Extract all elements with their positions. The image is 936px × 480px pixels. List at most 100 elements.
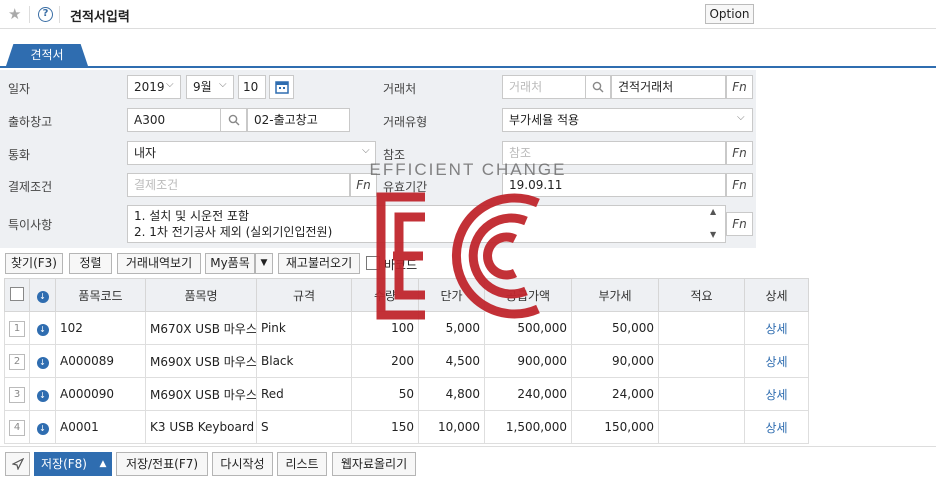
arrow-down-circle-icon[interactable]: ↓ (36, 356, 49, 369)
row-number-badge: 3 (9, 386, 25, 403)
list-button[interactable]: 리스트 (277, 452, 327, 476)
fn-button[interactable]: Fn (726, 141, 753, 165)
row-number: 2 (4, 344, 30, 378)
fn-button[interactable]: Fn (726, 212, 753, 236)
vat-cell: 90,000 (571, 344, 659, 378)
item-name-cell: M670X USB 마우스 (145, 311, 257, 345)
notes-label: 특이사항 (8, 218, 53, 232)
item-code-cell: A000089 (55, 344, 146, 378)
column-header: 상세 (744, 278, 809, 312)
select-all-header[interactable] (4, 278, 30, 312)
memo-cell (658, 311, 745, 345)
supply-cell: 900,000 (484, 344, 572, 378)
customer-name-input[interactable]: 견적거래처 (611, 75, 726, 99)
row-number-badge: 2 (9, 353, 25, 370)
spec-cell: Red (256, 377, 352, 411)
fn-button[interactable]: Fn (726, 173, 753, 197)
qty-cell: 50 (351, 377, 419, 411)
currency-select[interactable]: 내자 (127, 141, 376, 165)
calendar-icon[interactable] (269, 75, 294, 99)
row-number-badge: 1 (9, 320, 25, 337)
detail-link[interactable]: 상세 (744, 344, 809, 378)
find-button[interactable]: 찾기(F3) (5, 253, 63, 274)
scroll-down-icon[interactable]: ▼ (710, 230, 716, 239)
arrow-down-circle-icon[interactable]: ↓ (36, 323, 49, 336)
tab-estimate[interactable]: 견적서 (6, 44, 88, 66)
top-bar (0, 0, 936, 29)
load-stock-button[interactable]: 재고불러오기 (278, 253, 360, 274)
warehouse-code-input[interactable]: A300 (127, 108, 221, 132)
row-number: 1 (4, 311, 30, 345)
table-row[interactable]: 3 ↓ A000090 M690X USB 마우스 Red 50 4,800 240,000 2… (4, 377, 809, 411)
chevron-down-icon: ⌵ (166, 79, 174, 90)
trade-type-label: 거래유형 (383, 115, 428, 129)
tab-underline (0, 66, 936, 68)
search-icon[interactable] (585, 75, 611, 99)
my-items-button[interactable]: My품목 (205, 253, 255, 274)
row-number: 3 (4, 377, 30, 411)
detail-link[interactable]: 상세 (744, 377, 809, 411)
send-icon[interactable] (5, 452, 30, 476)
payment-label: 결제조건 (8, 180, 53, 194)
qty-cell: 200 (351, 344, 419, 378)
detail-link[interactable]: 상세 (744, 311, 809, 345)
divider (29, 6, 30, 23)
warehouse-name-input[interactable]: 02-출고창고 (247, 108, 350, 132)
payment-input[interactable]: 결제조건 (127, 173, 350, 197)
table-row[interactable]: 2 ↓ A000089 M690X USB 마우스 Black 200 4,500 900,0… (4, 344, 809, 378)
row-action: ↓ (29, 311, 56, 345)
detail-link[interactable]: 상세 (744, 410, 809, 444)
row-number: 4 (4, 410, 30, 444)
sort-button[interactable]: 정렬 (69, 253, 112, 274)
option-button[interactable]: Option (705, 4, 754, 24)
select-all-checkbox[interactable] (10, 286, 24, 301)
arrow-down-circle-icon[interactable]: ↓ (36, 422, 49, 435)
rewrite-button[interactable]: 다시작성 (212, 452, 273, 476)
caret-up-icon[interactable]: ▲ (94, 452, 112, 476)
item-code-cell: A0001 (55, 410, 146, 444)
column-header: 부가세 (571, 278, 659, 312)
trade-type-select[interactable]: 부가세율 적용 (502, 108, 753, 132)
day-input[interactable]: 10 (238, 75, 266, 99)
spec-cell: S (256, 410, 352, 444)
item-name-cell: K3 USB Keyboard (145, 410, 257, 444)
star-icon[interactable]: ★ (8, 5, 21, 23)
customer-code-input[interactable]: 거래처 (502, 75, 586, 99)
header-icon[interactable]: ↓ (29, 278, 56, 312)
trade-history-button[interactable]: 거래내역보기 (117, 253, 201, 274)
save-button[interactable]: 저장(F8) (34, 452, 94, 476)
web-upload-button[interactable]: 웹자료올리기 (332, 452, 416, 476)
spec-cell: Pink (256, 311, 352, 345)
watermark-logo: EFFICIENT CHANGE (363, 155, 573, 335)
row-action: ↓ (29, 410, 56, 444)
fn-button[interactable]: Fn (726, 75, 753, 99)
supply-cell: 1,500,000 (484, 410, 572, 444)
column-header: 규격 (256, 278, 352, 312)
column-header: 품목명 (145, 278, 257, 312)
chevron-down-icon: ⌵ (737, 112, 745, 123)
vat-cell: 50,000 (571, 311, 659, 345)
chevron-down-icon: ⌵ (219, 79, 227, 90)
scroll-up-icon[interactable]: ▲ (710, 207, 716, 216)
warehouse-label: 출하창고 (8, 115, 53, 129)
search-icon[interactable] (220, 108, 247, 132)
save-slip-button[interactable]: 저장/전표(F7) (116, 452, 208, 476)
customer-label: 거래처 (383, 82, 417, 96)
row-action: ↓ (29, 377, 56, 411)
row-action: ↓ (29, 344, 56, 378)
row-number-badge: 4 (9, 419, 25, 436)
help-icon[interactable]: ? (38, 7, 53, 22)
caret-down-icon[interactable]: ▼ (255, 253, 273, 274)
column-header: 품목코드 (55, 278, 146, 312)
divider (59, 6, 60, 23)
table-row[interactable]: 4 ↓ A0001 K3 USB Keyboard S 150 10,000 1,500,00… (4, 410, 809, 444)
memo-cell (658, 344, 745, 378)
arrow-down-circle-icon: ↓ (36, 290, 49, 303)
arrow-down-circle-icon[interactable]: ↓ (36, 389, 49, 402)
item-name-cell: M690X USB 마우스 (145, 377, 257, 411)
qty-cell: 150 (351, 410, 419, 444)
item-name-cell: M690X USB 마우스 (145, 344, 257, 378)
date-label: 일자 (8, 82, 31, 96)
spec-cell: Black (256, 344, 352, 378)
memo-cell (658, 377, 745, 411)
